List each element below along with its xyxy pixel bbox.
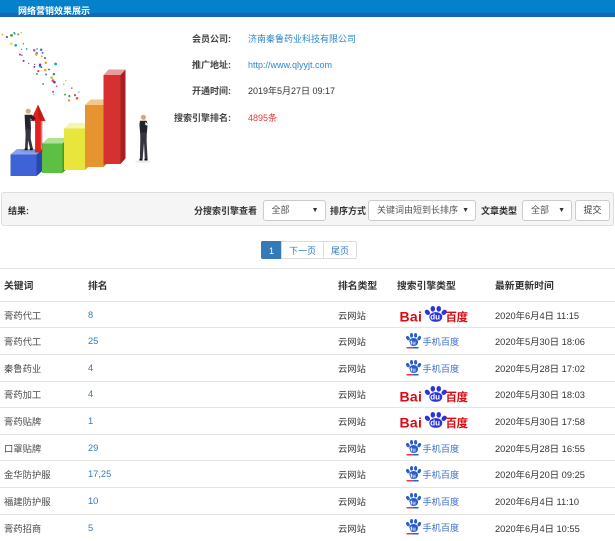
svg-text:百度: 百度	[445, 415, 468, 430]
svg-text:du: du	[409, 341, 416, 347]
svg-text:手机百度: 手机百度	[422, 361, 459, 375]
svg-text:手机百度: 手机百度	[422, 441, 459, 455]
svg-text:du: du	[430, 419, 440, 428]
svg-text:手机百度: 手机百度	[422, 334, 459, 348]
svg-text:du: du	[409, 526, 416, 532]
svg-text:du: du	[409, 500, 416, 506]
svg-text:Bai: Bai	[400, 415, 422, 431]
svg-text:手机百度: 手机百度	[422, 494, 459, 508]
svg-text:du: du	[430, 392, 440, 401]
svg-text:手机百度: 手机百度	[422, 520, 459, 534]
svg-text:百度: 百度	[445, 389, 468, 404]
svg-text:du: du	[409, 447, 416, 453]
svg-text:Bai: Bai	[400, 388, 422, 404]
svg-text:du: du	[409, 367, 416, 373]
svg-text:百度: 百度	[445, 309, 468, 324]
svg-text:手机百度: 手机百度	[422, 467, 459, 481]
svg-text:du: du	[430, 313, 440, 322]
svg-text:du: du	[409, 474, 416, 480]
svg-text:Bai: Bai	[400, 308, 422, 324]
